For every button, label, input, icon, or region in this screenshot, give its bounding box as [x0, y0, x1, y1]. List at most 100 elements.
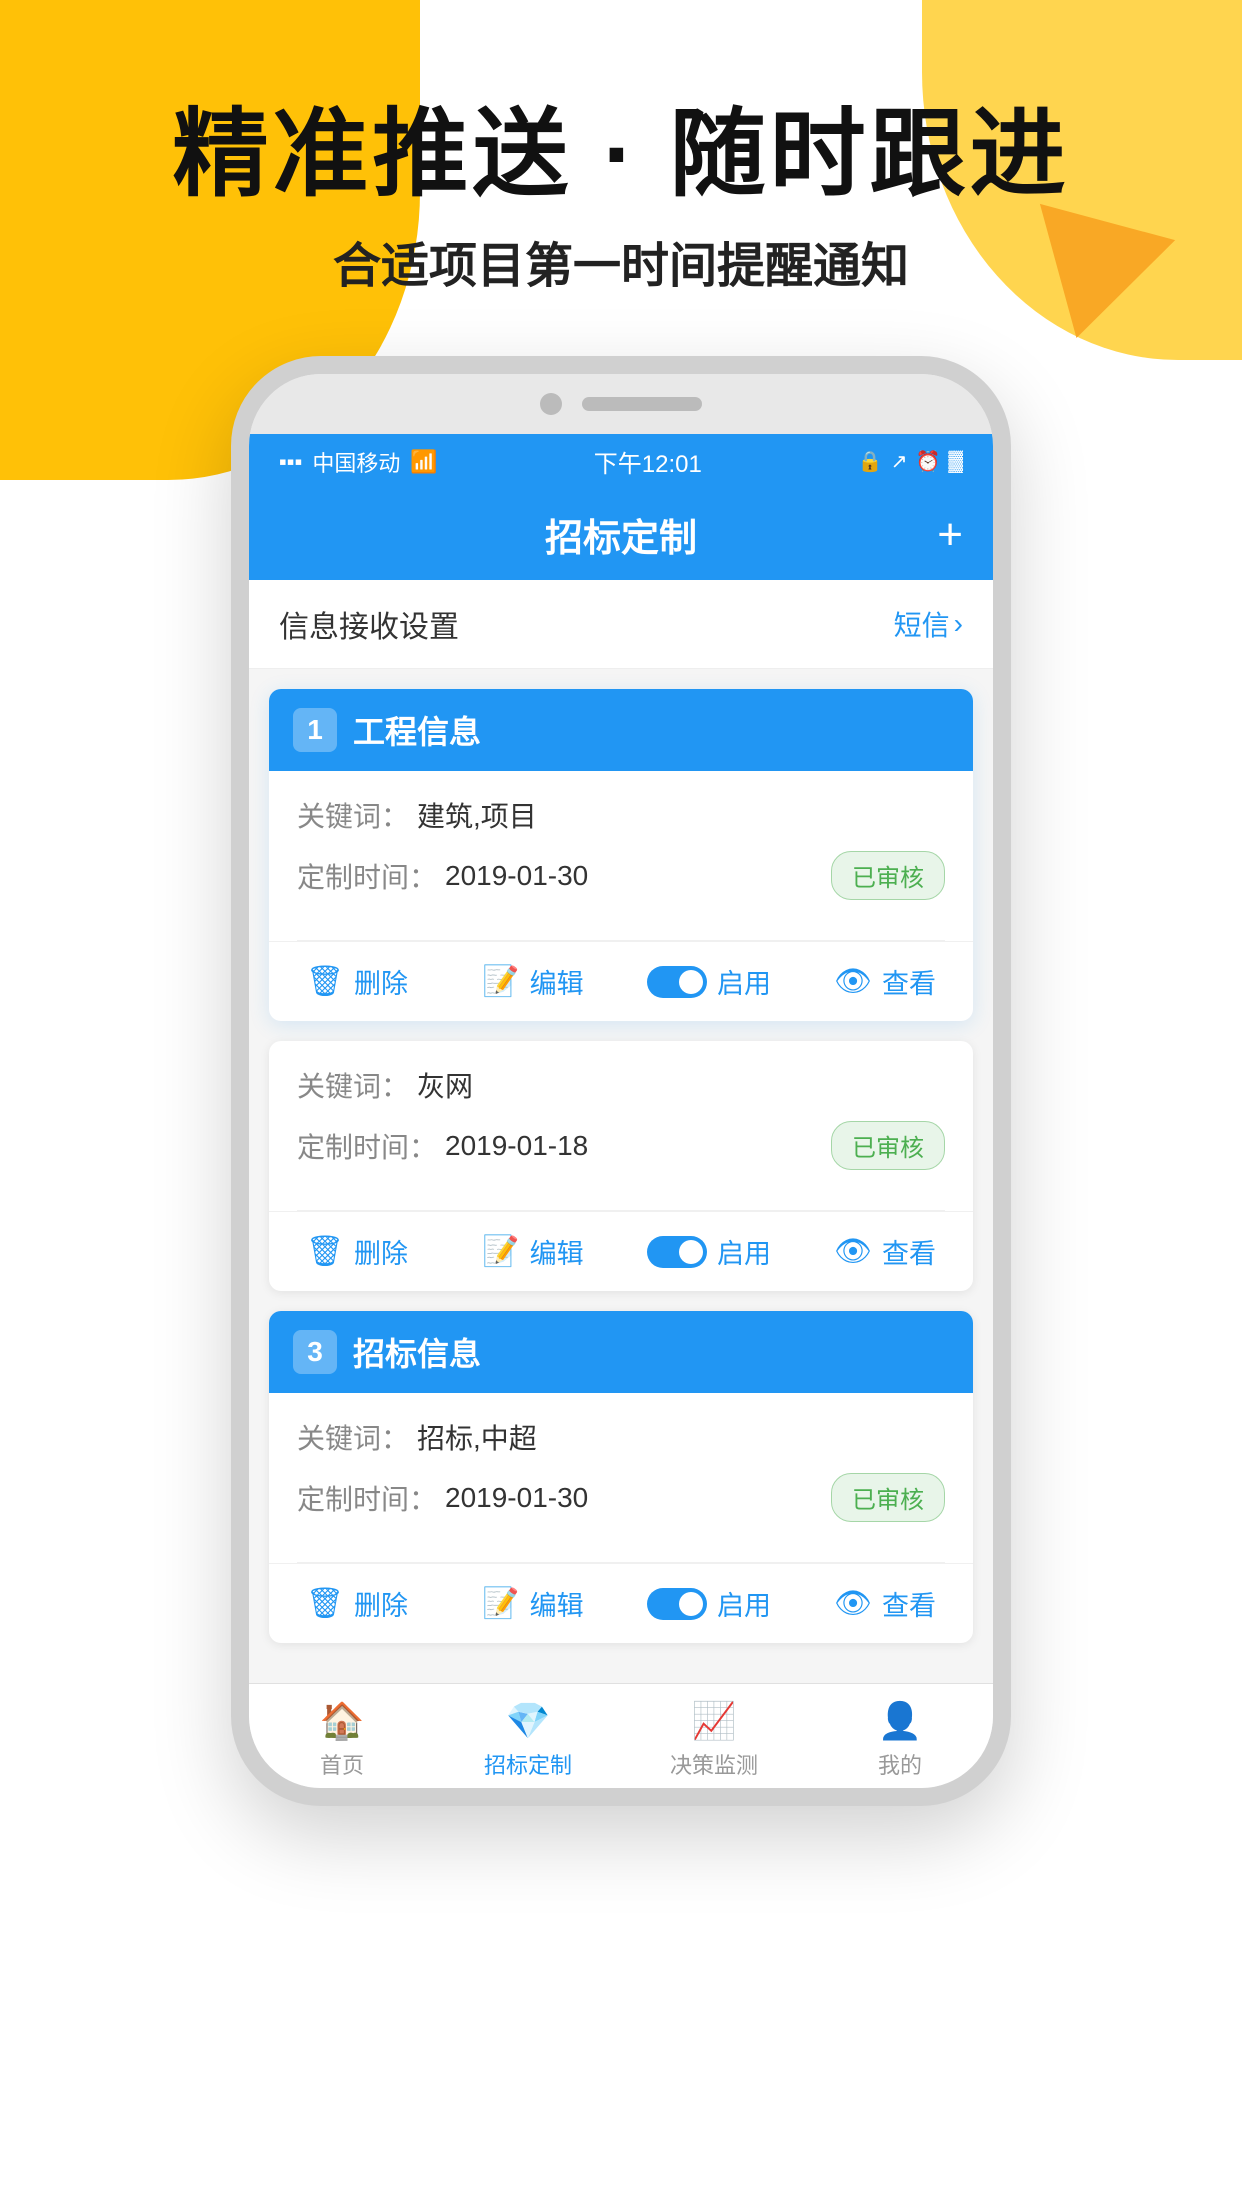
card-1-enable-label: 启用 [717, 962, 771, 1001]
battery-icon: ▓ [948, 450, 963, 473]
phone-camera [540, 393, 562, 415]
nav-profile-label: 我的 [878, 1748, 922, 1780]
info-bar-label: 信息接收设置 [279, 602, 459, 646]
location-icon: ↗ [891, 449, 908, 474]
card-3: 3 招标信息 关键词： 招标,中超 定制时间： 2019-01-30 已审核 [269, 1311, 973, 1643]
card-1-status: 已审核 [831, 851, 945, 900]
bottom-nav: 🏠 首页 💎 招标定制 📈 决策监测 👤 我的 [249, 1683, 993, 1788]
info-bar-value[interactable]: 短信 › [894, 604, 963, 644]
trash-icon-2: 🗑 [306, 1234, 344, 1269]
card-2-enable-btn[interactable]: 启用 [621, 1232, 797, 1271]
card-2-keyword-value: 灰网 [417, 1065, 473, 1105]
card-1-header: 1 工程信息 [269, 689, 973, 771]
card-1: 1 工程信息 关键词： 建筑,项目 定制时间： 2019-01-30 已审核 [269, 689, 973, 1021]
toggle-knob-2 [679, 1240, 703, 1264]
card-1-title: 工程信息 [353, 707, 481, 753]
app-content: 1 工程信息 关键词： 建筑,项目 定制时间： 2019-01-30 已审核 [249, 669, 993, 1683]
card-1-time-label: 定制时间： [297, 856, 437, 896]
card-2-keyword-row: 关键词： 灰网 [297, 1065, 945, 1105]
edit-icon-2: 📝 [482, 1234, 519, 1269]
card-2-status: 已审核 [831, 1121, 945, 1170]
card-3-time-value: 2019-01-30 [445, 1482, 588, 1514]
card-3-body: 关键词： 招标,中超 定制时间： 2019-01-30 已审核 [269, 1393, 973, 1562]
card-2-time-value: 2019-01-18 [445, 1130, 588, 1162]
card-3-header: 3 招标信息 [269, 1311, 973, 1393]
subtitle-prefix: 合适项目 [333, 240, 525, 293]
status-left: ▪▪▪ 中国移动 📶 [279, 446, 438, 478]
person-icon: 👤 [878, 1700, 923, 1742]
card-1-view-btn[interactable]: 👁 查看 [797, 962, 973, 1001]
lock-icon: 🔒 [858, 449, 883, 474]
trash-icon: 🗑 [306, 964, 344, 999]
card-2-edit-label: 编辑 [530, 1232, 584, 1271]
card-3-delete-label: 删除 [354, 1584, 408, 1623]
subtitle-bold: 第一时间 [525, 240, 717, 293]
carrier-text: 中国移动 [312, 446, 400, 478]
card-2: 关键词： 灰网 定制时间： 2019-01-18 已审核 🗑 删除 [269, 1041, 973, 1291]
phone-speaker [582, 397, 702, 411]
toggle-icon-2[interactable] [647, 1236, 707, 1268]
card-3-enable-label: 启用 [717, 1584, 771, 1623]
alarm-icon: ⏰ [916, 449, 941, 474]
info-bar[interactable]: 信息接收设置 短信 › [249, 580, 993, 669]
card-2-view-btn[interactable]: 👁 查看 [797, 1232, 973, 1271]
card-3-badge: 3 [293, 1330, 337, 1374]
card-3-view-btn[interactable]: 👁 查看 [797, 1584, 973, 1623]
toggle-knob-3 [679, 1592, 703, 1616]
card-1-delete-btn[interactable]: 🗑 删除 [269, 962, 445, 1001]
home-icon: 🏠 [320, 1700, 365, 1742]
card-2-enable-label: 启用 [717, 1232, 771, 1271]
eye-icon-2: 👁 [834, 1234, 872, 1269]
nav-home-label: 首页 [320, 1748, 364, 1780]
subtitle-suffix: 提醒通知 [717, 240, 909, 293]
edit-icon-3: 📝 [482, 1586, 519, 1621]
card-3-time-row: 定制时间： 2019-01-30 已审核 [297, 1473, 945, 1522]
signal-icon: ▪▪▪ [279, 449, 302, 475]
card-3-title: 招标信息 [353, 1329, 481, 1375]
status-time: 下午12:01 [594, 444, 702, 479]
card-1-body: 关键词： 建筑,项目 定制时间： 2019-01-30 已审核 [269, 771, 973, 940]
nav-bidding[interactable]: 💎 招标定制 [435, 1700, 621, 1780]
phone-mockup: ▪▪▪ 中国移动 📶 下午12:01 🔒 ↗ ⏰ ▓ 招标定制 + 信息接收设置… [231, 356, 1011, 1806]
toggle-icon[interactable] [647, 966, 707, 998]
card-1-actions: 🗑 删除 📝 编辑 启用 👁 查看 [269, 941, 973, 1021]
chevron-right-icon: › [954, 608, 963, 640]
card-1-time-row: 定制时间： 2019-01-30 已审核 [297, 851, 945, 900]
card-3-keyword-row: 关键词： 招标,中超 [297, 1417, 945, 1457]
card-1-keyword-label: 关键词： [297, 795, 409, 835]
nav-decision-label: 决策监测 [670, 1748, 758, 1780]
status-bar: ▪▪▪ 中国移动 📶 下午12:01 🔒 ↗ ⏰ ▓ [249, 434, 993, 489]
nav-bidding-label: 招标定制 [484, 1748, 572, 1780]
card-1-view-label: 查看 [882, 962, 936, 1001]
nav-home[interactable]: 🏠 首页 [249, 1700, 435, 1780]
card-2-keyword-label: 关键词： [297, 1065, 409, 1105]
phone-wrapper: ▪▪▪ 中国移动 📶 下午12:01 🔒 ↗ ⏰ ▓ 招标定制 + 信息接收设置… [0, 356, 1242, 1806]
edit-icon: 📝 [482, 964, 519, 999]
nav-decision[interactable]: 📈 决策监测 [621, 1700, 807, 1780]
card-2-view-label: 查看 [882, 1232, 936, 1271]
phone-notch [249, 374, 993, 434]
nav-profile[interactable]: 👤 我的 [807, 1700, 993, 1780]
card-1-time-value: 2019-01-30 [445, 860, 588, 892]
card-2-edit-btn[interactable]: 📝 编辑 [445, 1232, 621, 1271]
card-1-badge: 1 [293, 708, 337, 752]
toggle-icon-3[interactable] [647, 1588, 707, 1620]
card-1-enable-btn[interactable]: 启用 [621, 962, 797, 1001]
card-2-body: 关键词： 灰网 定制时间： 2019-01-18 已审核 [269, 1041, 973, 1210]
card-3-edit-btn[interactable]: 📝 编辑 [445, 1584, 621, 1623]
card-1-keyword-value: 建筑,项目 [417, 795, 537, 835]
add-button[interactable]: + [937, 510, 963, 560]
card-2-time-row: 定制时间： 2019-01-18 已审核 [297, 1121, 945, 1170]
card-3-view-label: 查看 [882, 1584, 936, 1623]
eye-icon: 👁 [834, 964, 872, 999]
card-3-delete-btn[interactable]: 🗑 删除 [269, 1584, 445, 1623]
card-3-edit-label: 编辑 [530, 1584, 584, 1623]
card-1-edit-btn[interactable]: 📝 编辑 [445, 962, 621, 1001]
app-header: 招标定制 + [249, 489, 993, 580]
status-right: 🔒 ↗ ⏰ ▓ [858, 449, 963, 474]
card-3-enable-btn[interactable]: 启用 [621, 1584, 797, 1623]
wifi-icon: 📶 [410, 449, 437, 475]
card-3-keyword-value: 招标,中超 [417, 1417, 537, 1457]
hero-section: 精准推送 · 随时跟进 合适项目第一时间提醒通知 [0, 0, 1242, 296]
card-2-delete-btn[interactable]: 🗑 删除 [269, 1232, 445, 1271]
